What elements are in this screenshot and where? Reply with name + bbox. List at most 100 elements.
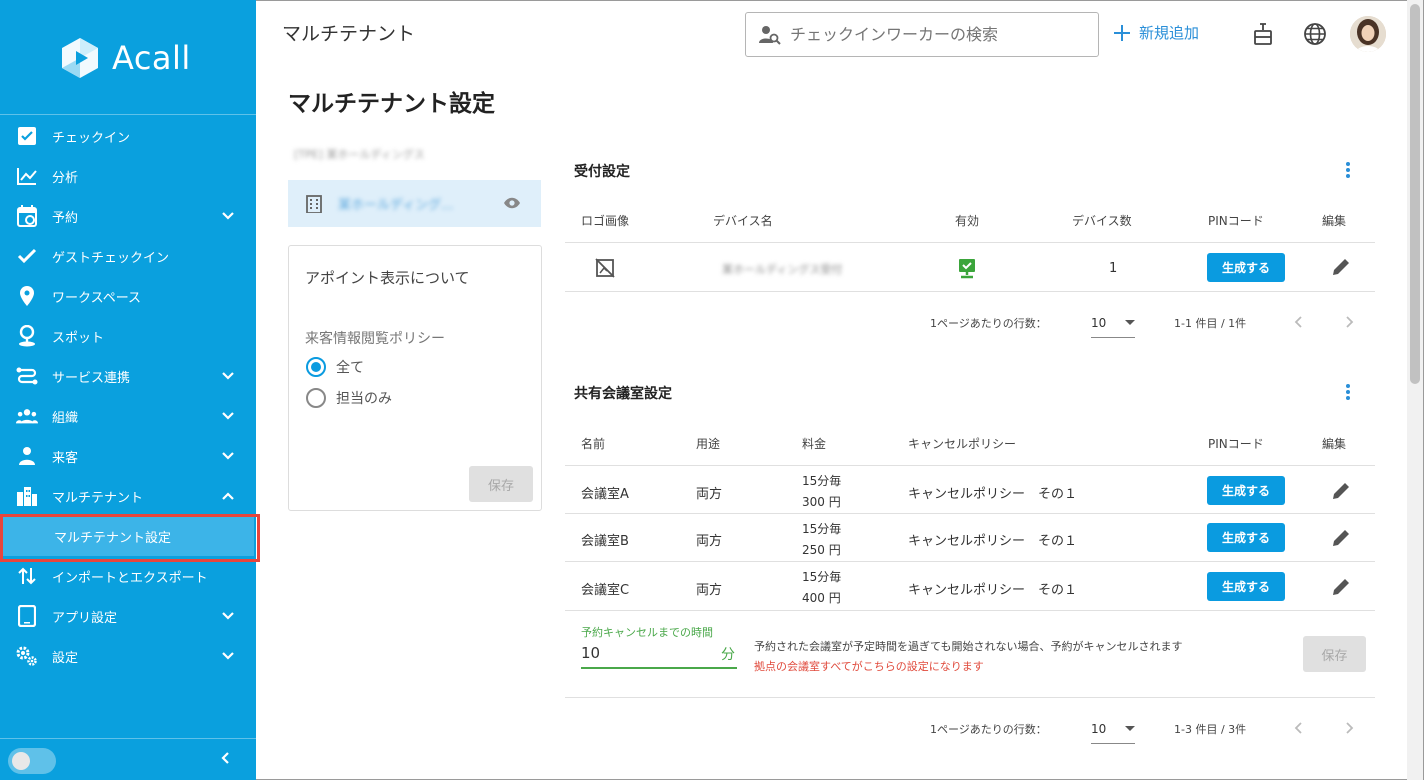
generate-pin-button[interactable]: 生成する [1207, 476, 1285, 505]
tenant-name: 某ホールディング... [338, 198, 454, 213]
building-icon [16, 485, 38, 507]
chevron-down-icon [222, 412, 234, 420]
settings-icon [16, 645, 38, 667]
next-page-icon[interactable] [1343, 315, 1355, 329]
tablet-icon [16, 605, 38, 627]
generate-pin-button[interactable]: 生成する [1207, 523, 1285, 552]
generate-pin-button[interactable]: 生成する [1207, 253, 1285, 282]
device-name: 某ホールディングス受付 [722, 263, 843, 276]
col-fee: 料金 [802, 437, 827, 451]
sidebar-item-guest-checkin[interactable]: ゲストチェックイン [0, 236, 256, 276]
edit-icon[interactable] [1331, 528, 1351, 548]
scrollbar[interactable] [1407, 0, 1423, 780]
user-photo-icon [1350, 16, 1386, 52]
divider [565, 513, 1375, 514]
acall-logo[interactable]: Acall [58, 36, 191, 80]
room-name: 会議室A [581, 487, 629, 502]
sidebar-item-integration[interactable]: サービス連携 [0, 356, 256, 396]
avatar[interactable] [1350, 16, 1386, 52]
tenant-list-item[interactable]: 某ホールディング... [288, 180, 541, 227]
radio-all[interactable]: 全て [306, 357, 364, 377]
edit-icon[interactable] [1331, 481, 1351, 501]
add-new-button[interactable]: 新規追加 [1113, 22, 1199, 43]
eye-icon[interactable] [503, 196, 521, 210]
sidebar-item-import-export[interactable]: インポートとエクスポート [0, 556, 256, 596]
room-name: 会議室C [581, 583, 630, 598]
sidebar: Acall チェックイン 分析 予約 ゲストチェックイン ワークスペース スポッ… [0, 0, 260, 780]
location-pin-icon [16, 285, 38, 307]
col-enabled: 有効 [955, 214, 980, 228]
generate-pin-button[interactable]: 生成する [1207, 572, 1285, 601]
sidebar-item-label: 分析 [52, 170, 79, 186]
check-icon [16, 245, 38, 267]
edit-icon[interactable] [1331, 577, 1351, 597]
chevron-down-icon [222, 212, 234, 220]
sidebar-item-workspace[interactable]: ワークスペース [0, 276, 256, 316]
sidebar-bottom-divider [0, 738, 256, 739]
sidebar-item-checkin[interactable]: チェックイン [0, 116, 256, 156]
cancel-warning: 拠点の会議室すべてがこちらの設定になります [754, 660, 984, 673]
prev-page-icon[interactable] [1293, 315, 1305, 329]
sidebar-item-visitor[interactable]: 来客 [0, 436, 256, 476]
divider [565, 465, 1375, 466]
sidebar-item-app-settings[interactable]: アプリ設定 [0, 596, 256, 636]
divider [565, 610, 1375, 611]
scrollbar-thumb[interactable] [1410, 4, 1420, 384]
add-new-label: 新規追加 [1139, 24, 1200, 42]
sidebar-item-settings[interactable]: 設定 [0, 636, 256, 676]
sidebar-item-label: チェックイン [52, 130, 131, 146]
divider [565, 242, 1375, 243]
reception-menu-icon[interactable] [1346, 162, 1350, 180]
sidebar-subitem-multitenant-settings[interactable]: マルチテナント設定 [2, 516, 254, 556]
room-fee-unit: 15分毎 [802, 522, 842, 536]
radio-assignee-only[interactable]: 担当のみ [306, 388, 392, 408]
sidebar-item-label: アプリ設定 [52, 610, 118, 626]
sidebar-item-analytics[interactable]: 分析 [0, 156, 256, 196]
room-usage: 両方 [696, 487, 723, 502]
radio-circle[interactable] [306, 388, 326, 408]
cancel-note: 予約された会議室が予定時間を過ぎても開始されない場合、予約がキャンセルされます [754, 640, 1183, 653]
edit-icon[interactable] [1331, 257, 1351, 277]
search-input[interactable] [790, 25, 1090, 44]
room-fee-unit: 15分毎 [802, 570, 842, 584]
room-cancel-policy: キャンセルポリシー その１ [908, 583, 1078, 598]
sidebar-item-label: 設定 [52, 650, 79, 666]
sidebar-item-reservation[interactable]: 予約 [0, 196, 256, 236]
checkin-device-icon[interactable] [1251, 22, 1275, 46]
chevron-down-icon [222, 652, 234, 660]
rows-per-page-label: 1ページあたりの行数： [930, 723, 1047, 736]
person-pin-icon [16, 325, 38, 347]
meeting-save-button[interactable]: 保存 [1303, 636, 1366, 672]
room-cancel-policy: キャンセルポリシー その１ [908, 487, 1078, 502]
sidebar-item-label: インポートとエクスポート [52, 570, 208, 586]
rows-per-page-value: 10 [1091, 722, 1107, 736]
globe-icon[interactable] [1303, 22, 1327, 46]
col-cancel-policy: キャンセルポリシー [908, 437, 1017, 451]
meeting-menu-icon[interactable] [1346, 384, 1350, 402]
next-page-icon[interactable] [1343, 721, 1355, 735]
chevron-down-icon [222, 452, 234, 460]
theme-toggle[interactable] [8, 748, 56, 774]
sidebar-item-label: 組織 [52, 410, 79, 426]
radio-circle-selected[interactable] [306, 357, 326, 377]
prev-page-icon[interactable] [1293, 721, 1305, 735]
sidebar-item-organization[interactable]: 組織 [0, 396, 256, 436]
policy-label: 来客情報閲覧ポリシー [305, 331, 445, 347]
cancel-time-input[interactable]: 10 [581, 644, 600, 662]
divider [565, 561, 1375, 562]
chart-icon [16, 165, 38, 187]
col-device-count: デバイス数 [1072, 214, 1132, 228]
import-export-icon [16, 565, 38, 587]
tenant-group-label: [TPE] 某ホールディングス [294, 148, 425, 161]
search-box[interactable] [745, 12, 1099, 57]
sidebar-item-label: ゲストチェックイン [52, 250, 170, 266]
calendar-icon [16, 205, 38, 227]
sidebar-item-spot[interactable]: スポット [0, 316, 256, 356]
meeting-room-title: 共有会議室設定 [574, 386, 672, 402]
rows-per-page-select[interactable]: 10 [1091, 718, 1135, 744]
appoint-save-button[interactable]: 保存 [469, 466, 533, 502]
dropdown-arrow-icon [1125, 726, 1135, 731]
rows-per-page-select[interactable]: 10 [1091, 312, 1135, 338]
collapse-sidebar-icon[interactable] [218, 750, 234, 766]
sidebar-item-multitenant[interactable]: マルチテナント [0, 476, 256, 516]
